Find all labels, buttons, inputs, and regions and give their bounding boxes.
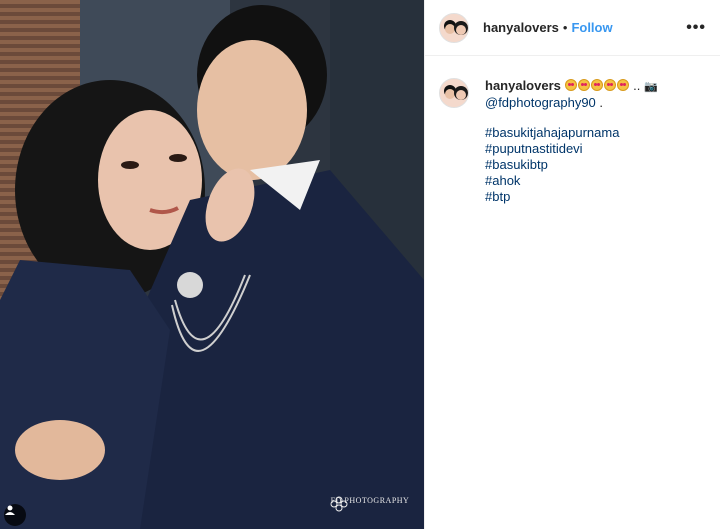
user-tag-icon [5, 505, 15, 515]
mention-suffix: . [599, 95, 604, 110]
post-header: hanyalovers • Follow ••• [425, 0, 720, 56]
caption-comment: hanyalovers .. 📷 @fdphotography90 . #bas… [425, 56, 720, 205]
hashtag-link[interactable]: #basukitjahajapurnama [485, 125, 658, 141]
couple-photo [0, 0, 424, 529]
avatar[interactable] [439, 78, 469, 108]
heart-eyes-emoji-icon [590, 79, 603, 91]
camera-icon: 📷 [643, 81, 658, 93]
post-photo[interactable]: FD PHOTOGRAPHY [0, 0, 424, 529]
hashtag-link[interactable]: #ahok [485, 173, 658, 189]
separator-dot: • [562, 20, 568, 35]
hashtag-list: #basukitjahajapurnama #puputnastitidevi … [485, 125, 658, 205]
more-options-icon[interactable]: ••• [686, 19, 706, 37]
hashtag-link[interactable]: #basukibtp [485, 157, 658, 173]
caption-body: hanyalovers .. 📷 @fdphotography90 . #bas… [485, 78, 658, 205]
hashtag-link[interactable]: #puputnastitidevi [485, 141, 658, 157]
header-username[interactable]: hanyalovers [483, 20, 559, 35]
heart-eyes-emoji-icon [577, 79, 590, 91]
follow-button[interactable]: Follow [571, 20, 612, 35]
avatar-image [440, 79, 468, 107]
heart-eyes-emoji-icon [564, 79, 577, 91]
photo-watermark: FD PHOTOGRAPHY [330, 496, 410, 512]
caption-ellipsis: .. [633, 78, 641, 93]
heart-eyes-emoji-icon [603, 79, 616, 91]
avatar[interactable] [439, 12, 469, 43]
flower-logo-icon [330, 496, 348, 512]
post-side-panel: hanyalovers • Follow ••• hanyalovers .. … [424, 0, 720, 529]
mention-link[interactable]: @fdphotography90 [485, 95, 596, 110]
caption-username[interactable]: hanyalovers [485, 78, 561, 93]
avatar-image [440, 13, 468, 42]
user-tag-button[interactable] [4, 504, 26, 526]
heart-eyes-emoji-icon [616, 79, 629, 91]
heart-eyes-emoji-group [564, 78, 634, 93]
hashtag-link[interactable]: #btp [485, 189, 658, 205]
